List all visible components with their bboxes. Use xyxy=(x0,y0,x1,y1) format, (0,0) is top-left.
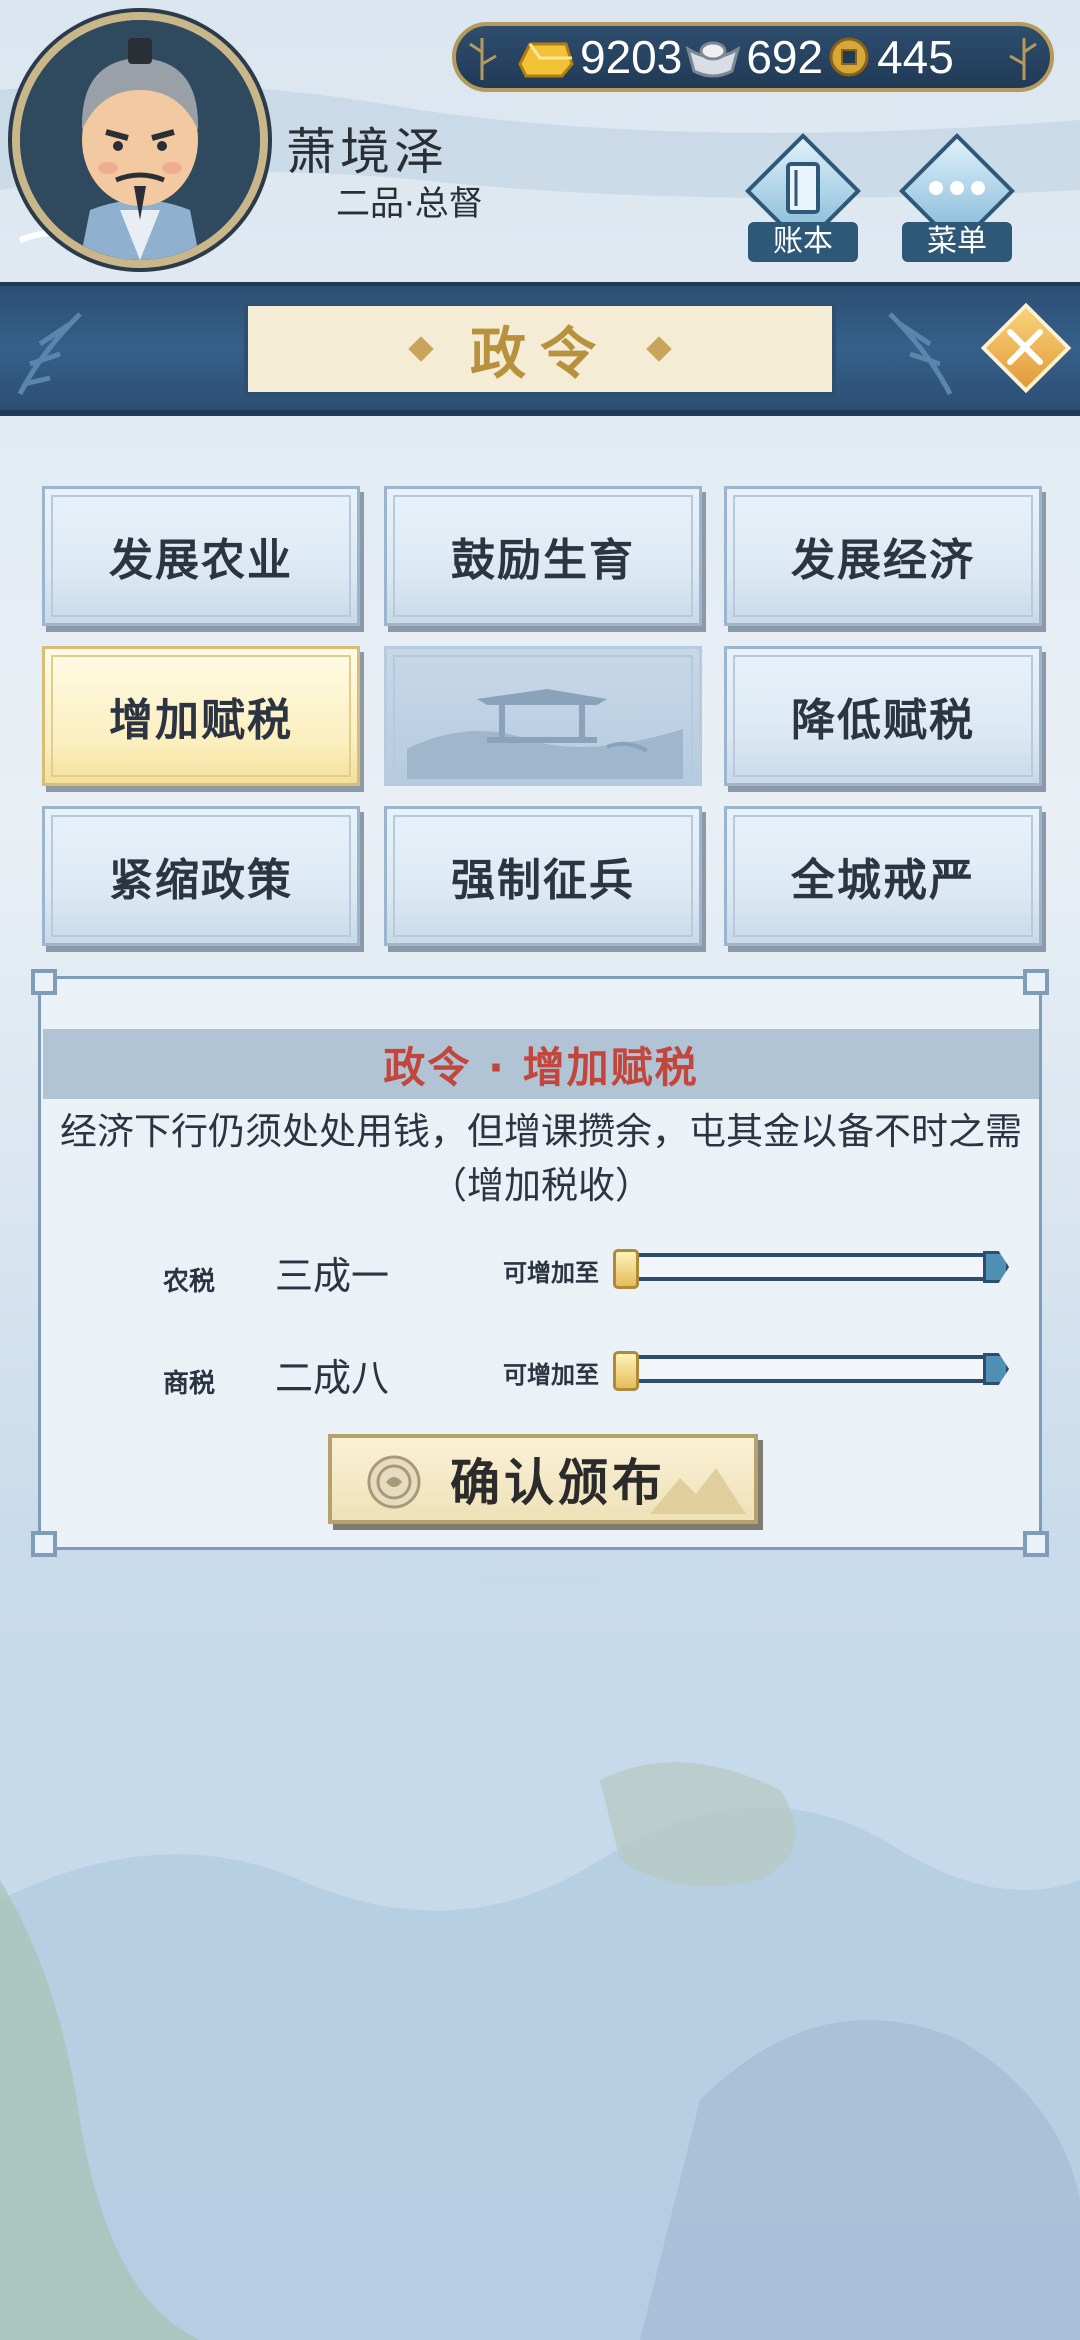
pavilion-landscape-icon xyxy=(407,689,683,779)
tax-row-commerce: 商税 二成八 可增加至 xyxy=(41,1341,1045,1401)
tax-slider[interactable] xyxy=(613,1351,1009,1391)
policy-increase-tax[interactable]: 增加赋税 xyxy=(42,646,360,786)
detail-title: 政令 · 增加赋税 xyxy=(383,1042,699,1092)
copper-coin-icon xyxy=(829,37,869,77)
seal-emblem-icon xyxy=(367,1455,421,1509)
policy-reduce-tax[interactable]: 降低赋税 xyxy=(724,646,1042,786)
diamond-ornament-icon xyxy=(408,336,434,362)
policy-martial-law[interactable]: 全城戒严 xyxy=(724,806,1042,946)
close-icon xyxy=(1007,329,1043,365)
gold-counter: 9203 xyxy=(516,30,682,84)
bamboo-ornament-icon xyxy=(469,38,497,80)
policy-locked-slot xyxy=(384,646,702,786)
gold-ingot-icon xyxy=(518,42,574,78)
policy-develop-agriculture[interactable]: 发展农业 xyxy=(42,486,360,626)
currency-bar: 9203 692 445 xyxy=(452,22,1054,92)
copper-counter: 445 xyxy=(827,30,954,84)
policy-label: 紧缩政策 xyxy=(109,855,293,906)
confirm-label: 确认颁布 xyxy=(450,1454,666,1512)
slider-thumb[interactable] xyxy=(613,1249,639,1289)
official-portrait-icon xyxy=(20,20,260,260)
player-avatar[interactable] xyxy=(12,12,268,268)
policy-grid: 发展农业 鼓励生育 发展经济 增加赋税 降低赋税 紧缩政策 强制征兵 全城戒严 xyxy=(42,486,1042,950)
detail-description: 经济下行仍须处处用钱，但增课攒余，屯其金以备不时之需（增加税收） xyxy=(60,1110,1022,1207)
policy-encourage-birth[interactable]: 鼓励生育 xyxy=(384,486,702,626)
silver-value: 692 xyxy=(746,31,824,83)
tax-name: 商税 xyxy=(163,1369,216,1399)
mountain-ornament-icon xyxy=(650,1468,746,1514)
title-plaque: 政令 xyxy=(244,302,836,396)
ledger-book-icon xyxy=(786,162,820,214)
policy-austerity[interactable]: 紧缩政策 xyxy=(42,806,360,946)
policy-label: 强制征兵 xyxy=(451,855,635,906)
player-rank: 二品·总督 xyxy=(336,184,483,224)
tax-value: 三成一 xyxy=(275,1254,390,1298)
slider-end-arrow-icon xyxy=(983,1251,1009,1283)
gold-value: 9203 xyxy=(580,31,683,83)
policy-label: 发展经济 xyxy=(791,535,975,586)
copper-value: 445 xyxy=(877,31,954,83)
confirm-issue-button[interactable]: 确认颁布 xyxy=(328,1434,758,1524)
detail-header: 政令 · 增加赋税 xyxy=(43,1029,1039,1099)
tax-name: 农税 xyxy=(163,1267,216,1297)
more-dots-icon xyxy=(929,181,985,195)
slider-end-arrow-icon xyxy=(983,1353,1009,1385)
tax-limit-label: 可增加至 xyxy=(503,1259,599,1287)
policy-label: 增加赋税 xyxy=(109,695,293,746)
player-name: 萧境泽 xyxy=(286,123,448,181)
ledger-label: 账本 xyxy=(748,222,858,262)
close-button[interactable] xyxy=(980,302,1072,394)
bamboo-leaves-icon xyxy=(888,312,953,396)
policy-label: 发展农业 xyxy=(109,535,293,586)
menu-label: 菜单 xyxy=(902,222,1012,262)
tax-limit-label: 可增加至 xyxy=(503,1361,599,1389)
policy-label: 降低赋税 xyxy=(791,695,975,746)
page-title: 政令 xyxy=(470,321,610,387)
bamboo-leaves-icon xyxy=(17,312,82,396)
tax-value: 二成八 xyxy=(275,1356,390,1400)
menu-button[interactable]: 菜单 xyxy=(898,133,1016,262)
policy-conscription[interactable]: 强制征兵 xyxy=(384,806,702,946)
tax-slider[interactable] xyxy=(613,1249,1009,1289)
silver-counter: 692 xyxy=(686,30,823,84)
policy-label: 鼓励生育 xyxy=(451,535,635,586)
tax-row-agriculture: 农税 三成一 可增加至 xyxy=(41,1239,1045,1299)
bamboo-ornament-icon xyxy=(1009,38,1037,80)
policy-label: 全城戒严 xyxy=(791,855,975,906)
diamond-ornament-icon xyxy=(646,336,672,362)
slider-thumb[interactable] xyxy=(613,1351,639,1391)
silver-ingot-icon xyxy=(686,41,741,78)
policy-develop-economy[interactable]: 发展经济 xyxy=(724,486,1042,626)
ledger-button[interactable]: 账本 xyxy=(744,133,862,262)
